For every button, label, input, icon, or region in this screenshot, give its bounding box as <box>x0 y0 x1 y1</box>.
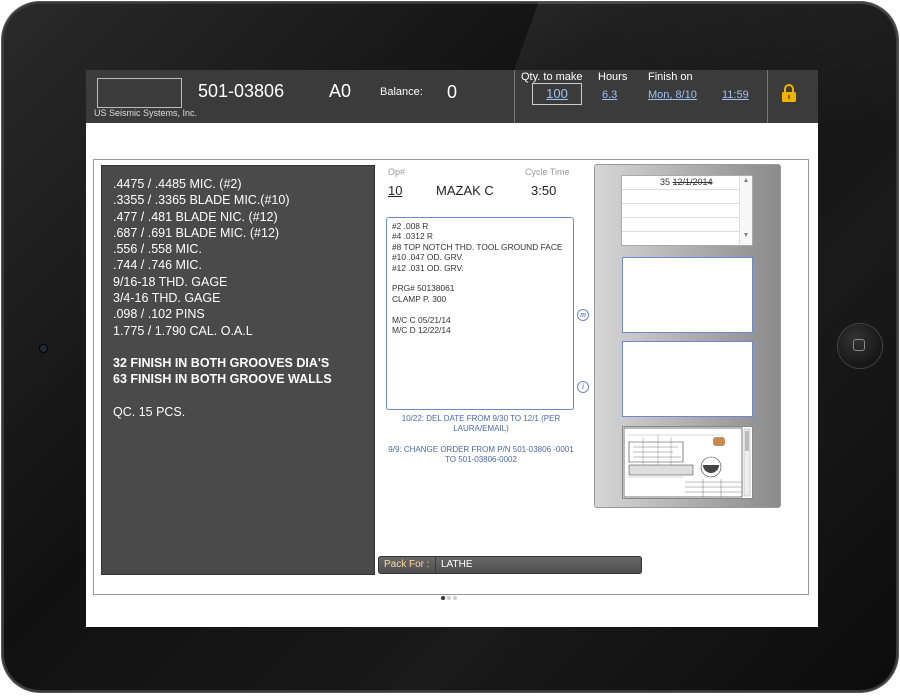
front-camera <box>40 345 47 352</box>
finish-note: 32 FINISH IN BOTH GROOVES DIA'S <box>113 355 330 370</box>
note-line: .556 / .558 MIC. <box>113 242 202 257</box>
operation-instructions[interactable]: #2 .008 R #4 .0312 R #8 TOP NOTCH THD. T… <box>386 217 574 410</box>
note-line: .098 / .102 PINS <box>113 307 205 322</box>
attachments-panel: 35 12/1/2014 ▲ ▼ <box>594 164 781 508</box>
date-row[interactable]: 35 12/1/2014 <box>622 176 752 190</box>
date-row[interactable] <box>622 190 752 204</box>
tablet-frame: US Seismic Systems, Inc. 501-03806 A0 Ba… <box>2 2 898 692</box>
page-dot-active[interactable] <box>441 596 445 600</box>
finish-date-link[interactable]: Mon, 8/10 <box>648 89 697 101</box>
date-row[interactable] <box>622 204 752 218</box>
op-label: Op# <box>388 167 406 177</box>
instruction-line: #2 .008 R <box>392 221 429 231</box>
app-screen: US Seismic Systems, Inc. 501-03806 A0 Ba… <box>86 70 818 627</box>
instruction-line: #4 .0312 R <box>392 231 433 242</box>
note-line: 3/4-16 THD. GAGE <box>113 291 221 306</box>
info-icon[interactable]: i <box>577 381 589 393</box>
instruction-line: PRG# 50138061 <box>392 283 455 294</box>
photo-slot-2[interactable] <box>622 341 753 417</box>
header-bar: US Seismic Systems, Inc. 501-03806 A0 Ba… <box>86 70 818 123</box>
balance-value: 0 <box>447 82 458 102</box>
date-list[interactable]: 35 12/1/2014 ▲ ▼ <box>621 175 753 246</box>
balance-label: Balance: <box>380 86 423 98</box>
finish-label: Finish on <box>648 71 693 83</box>
pack-for-label: Pack For : <box>384 559 430 570</box>
hours-label: Hours <box>598 71 628 83</box>
lock-icon[interactable] <box>781 84 797 102</box>
page-dot[interactable] <box>453 596 457 600</box>
qty-label: Qty. to make <box>521 71 583 83</box>
page-dot[interactable] <box>447 596 451 600</box>
instruction-line: CLAMP P. 300 <box>392 293 447 304</box>
qc-note: QC. 15 PCS. <box>113 404 186 419</box>
company-name: US Seismic Systems, Inc. <box>94 108 198 118</box>
finish-note: 63 FINISH IN BOTH GROOVE WALLS <box>113 372 332 387</box>
list-scrollbar[interactable]: ▲ ▼ <box>739 176 752 245</box>
note-line: .744 / .746 MIC. <box>113 258 202 273</box>
inspection-notes: .4475 / .4485 MIC. (#2) .3355 / .3365 BL… <box>101 165 375 575</box>
instruction-line: #8 TOP NOTCH THD. TOOL GROUND FACE <box>392 241 563 252</box>
memo-icon[interactable]: m <box>577 309 589 321</box>
finish-time-link[interactable]: 11:59 <box>722 89 749 101</box>
machine-name: MAZAK C <box>436 183 494 198</box>
note-line: .477 / .481 BLADE NIC. (#12) <box>113 209 278 224</box>
note-line: .4475 / .4485 MIC. (#2) <box>113 177 242 191</box>
instruction-line: #10 .047 OD. GRV. <box>392 252 464 263</box>
revision: A0 <box>329 81 352 101</box>
divider <box>514 70 515 123</box>
memo-note: 9/9: CHANGE ORDER FROM P/N 501-03806 -00… <box>388 445 574 464</box>
photo-slot-1[interactable] <box>622 257 753 333</box>
part-number: 501-03806 <box>198 81 285 101</box>
hours-link[interactable]: 6.3 <box>602 89 617 101</box>
divider <box>767 70 768 123</box>
instruction-line: M/C D 12/22/14 <box>392 325 451 336</box>
date-value: 12/1/2014 <box>672 177 713 187</box>
pack-for-value: LATHE <box>441 559 473 570</box>
home-button[interactable] <box>838 324 882 368</box>
drawing-thumbnail[interactable] <box>622 426 753 499</box>
note-line: 9/16-18 THD. GAGE <box>113 274 228 289</box>
note-line: 1.775 / 1.790 CAL. O.A.L <box>113 323 253 338</box>
op-number-link[interactable]: 10 <box>388 183 402 198</box>
date-qty: 35 <box>660 177 671 187</box>
instruction-line: #12 .031 OD. GRV. <box>392 262 464 273</box>
job-detail-panel: .4475 / .4485 MIC. (#2) .3355 / .3365 BL… <box>93 159 809 600</box>
note-line: .3355 / .3365 BLADE MIC.(#10) <box>113 193 290 208</box>
instruction-line: M/C C 05/21/14 <box>392 314 451 325</box>
date-row[interactable] <box>622 218 752 232</box>
memo-note: 10/22: DEL DATE FROM 9/30 TO 12/1 (PER L… <box>401 414 561 433</box>
cycle-time-value: 3:50 <box>531 183 557 198</box>
note-line: .687 / .691 BLADE MIC. (#12) <box>113 225 280 240</box>
qty-to-make-field[interactable]: 100 <box>532 83 582 105</box>
cycle-time-label: Cycle Time <box>525 167 570 177</box>
home-square-icon <box>853 339 865 351</box>
company-logo-box <box>97 78 182 108</box>
page-indicator[interactable] <box>441 587 459 605</box>
drawing-preview <box>623 427 751 498</box>
pack-for-bar[interactable]: Pack For : LATHE <box>378 556 642 574</box>
